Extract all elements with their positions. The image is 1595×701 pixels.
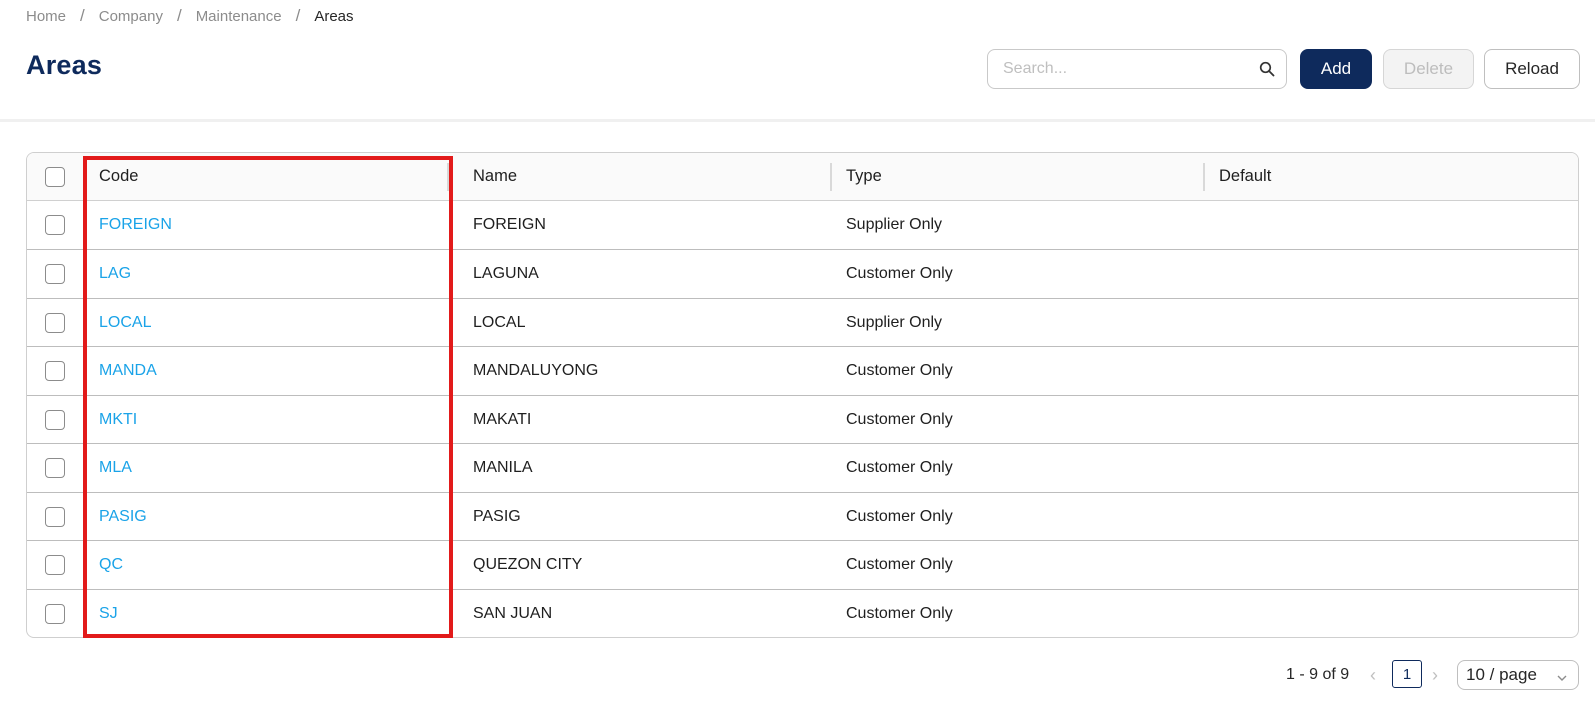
search-box xyxy=(987,49,1287,89)
table-row[interactable]: QC QUEZON CITY Customer Only xyxy=(27,541,1578,590)
code-link[interactable]: PASIG xyxy=(99,508,147,526)
row-checkbox[interactable] xyxy=(45,506,65,527)
type-cell: Customer Only xyxy=(846,556,953,573)
breadcrumb-areas: Areas xyxy=(314,7,354,25)
row-select-cell xyxy=(27,299,83,346)
breadcrumb-separator: / xyxy=(295,6,301,25)
pagination-summary: 1 - 9 of 9 xyxy=(1286,666,1350,683)
code-link[interactable]: MKTI xyxy=(99,411,137,429)
code-link[interactable]: MANDA xyxy=(99,362,157,380)
name-cell: FOREIGN xyxy=(473,216,546,233)
code-cell: MANDA xyxy=(99,347,157,395)
type-cell: Customer Only xyxy=(846,410,953,428)
breadcrumb-maintenance[interactable]: Maintenance xyxy=(196,8,282,25)
row-select-cell xyxy=(27,201,83,249)
type-cell: Supplier Only xyxy=(846,216,943,233)
reload-button[interactable]: Reload xyxy=(1484,49,1580,89)
name-cell: MAKATI xyxy=(473,410,532,428)
code-cell: PASIG xyxy=(99,493,147,540)
code-link[interactable]: MLA xyxy=(99,459,132,477)
chevron-left-icon[interactable]: ‹ xyxy=(1370,660,1376,690)
breadcrumb-company[interactable]: Company xyxy=(99,8,163,25)
row-checkbox[interactable] xyxy=(45,555,65,575)
code-link[interactable]: LAG xyxy=(99,265,131,283)
select-all-checkbox[interactable] xyxy=(45,166,65,187)
code-link[interactable]: LOCAL xyxy=(99,314,151,332)
page-size-value: 10 / page xyxy=(1466,665,1537,684)
name-cell: LOCAL xyxy=(473,313,526,331)
table-row[interactable]: PASIG PASIG Customer Only xyxy=(27,493,1578,541)
name-cell: QUEZON CITY xyxy=(473,556,583,573)
pagination-page-button[interactable]: 1 xyxy=(1392,660,1422,688)
chevron-right-icon[interactable]: › xyxy=(1432,660,1438,690)
code-cell: MKTI xyxy=(99,396,137,443)
type-cell: Customer Only xyxy=(846,605,953,622)
name-cell: MANDALUYONG xyxy=(473,362,599,379)
breadcrumb: Home / Company / Maintenance / Areas xyxy=(26,6,354,26)
breadcrumb-home[interactable]: Home xyxy=(26,8,66,25)
table-row[interactable]: MLA MANILA Customer Only xyxy=(27,444,1578,493)
type-cell: Customer Only xyxy=(846,459,953,476)
row-checkbox[interactable] xyxy=(45,604,65,624)
column-resizer[interactable] xyxy=(1203,163,1205,191)
name-cell: PASIG xyxy=(473,507,521,525)
column-resizer[interactable] xyxy=(447,163,449,191)
row-checkbox[interactable] xyxy=(45,215,65,235)
table-row[interactable]: LAG LAGUNA Customer Only xyxy=(27,250,1578,299)
column-header-name[interactable]: Name xyxy=(473,153,517,200)
column-header-default[interactable]: Default xyxy=(1219,153,1271,200)
row-checkbox[interactable] xyxy=(45,458,65,478)
search-icon[interactable] xyxy=(1248,50,1286,88)
row-select-cell xyxy=(27,590,83,637)
add-button[interactable]: Add xyxy=(1300,49,1372,89)
code-link[interactable]: QC xyxy=(99,556,123,574)
areas-table: Code Name Type Default FOREIGN FOREIGN S… xyxy=(26,152,1579,638)
breadcrumb-separator: / xyxy=(80,6,85,25)
code-cell: LOCAL xyxy=(99,299,151,346)
type-cell: Supplier Only xyxy=(846,313,943,331)
type-cell: Customer Only xyxy=(846,265,953,282)
table-header-row: Code Name Type Default xyxy=(27,153,1578,201)
row-select-cell xyxy=(27,493,83,540)
row-checkbox[interactable] xyxy=(45,361,65,381)
type-cell: Customer Only xyxy=(846,362,953,379)
code-link[interactable]: FOREIGN xyxy=(99,216,172,234)
name-cell: MANILA xyxy=(473,459,533,476)
chevron-down-icon xyxy=(1556,669,1568,689)
header-divider xyxy=(0,119,1595,122)
code-cell: LAG xyxy=(99,250,131,298)
row-checkbox[interactable] xyxy=(45,264,65,284)
table-row[interactable]: MANDA MANDALUYONG Customer Only xyxy=(27,347,1578,396)
type-cell: Customer Only xyxy=(846,507,953,525)
code-cell: QC xyxy=(99,541,123,589)
row-select-cell xyxy=(27,541,83,589)
column-header-code[interactable]: Code xyxy=(99,153,138,200)
table-row[interactable]: SJ SAN JUAN Customer Only xyxy=(27,590,1578,637)
column-resizer[interactable] xyxy=(830,163,832,191)
page-size-select[interactable]: 10 / page xyxy=(1457,660,1579,690)
code-cell: MLA xyxy=(99,444,132,492)
row-select-cell xyxy=(27,347,83,395)
name-cell: LAGUNA xyxy=(473,265,539,282)
delete-button[interactable]: Delete xyxy=(1383,49,1474,89)
search-input[interactable] xyxy=(988,50,1248,88)
breadcrumb-separator: / xyxy=(176,6,182,25)
page-title: Areas xyxy=(26,50,103,80)
code-cell: SJ xyxy=(99,590,118,637)
code-cell: FOREIGN xyxy=(99,201,172,249)
code-link[interactable]: SJ xyxy=(99,605,118,623)
row-checkbox[interactable] xyxy=(45,312,65,333)
table-row[interactable]: LOCAL LOCAL Supplier Only xyxy=(27,299,1578,347)
table-row[interactable]: FOREIGN FOREIGN Supplier Only xyxy=(27,201,1578,250)
name-cell: SAN JUAN xyxy=(473,605,553,622)
row-select-cell xyxy=(27,444,83,492)
row-select-cell xyxy=(27,396,83,443)
select-all-cell xyxy=(27,153,83,200)
row-checkbox[interactable] xyxy=(45,409,65,430)
column-header-type[interactable]: Type xyxy=(846,153,882,200)
table-row[interactable]: MKTI MAKATI Customer Only xyxy=(27,396,1578,444)
row-select-cell xyxy=(27,250,83,298)
